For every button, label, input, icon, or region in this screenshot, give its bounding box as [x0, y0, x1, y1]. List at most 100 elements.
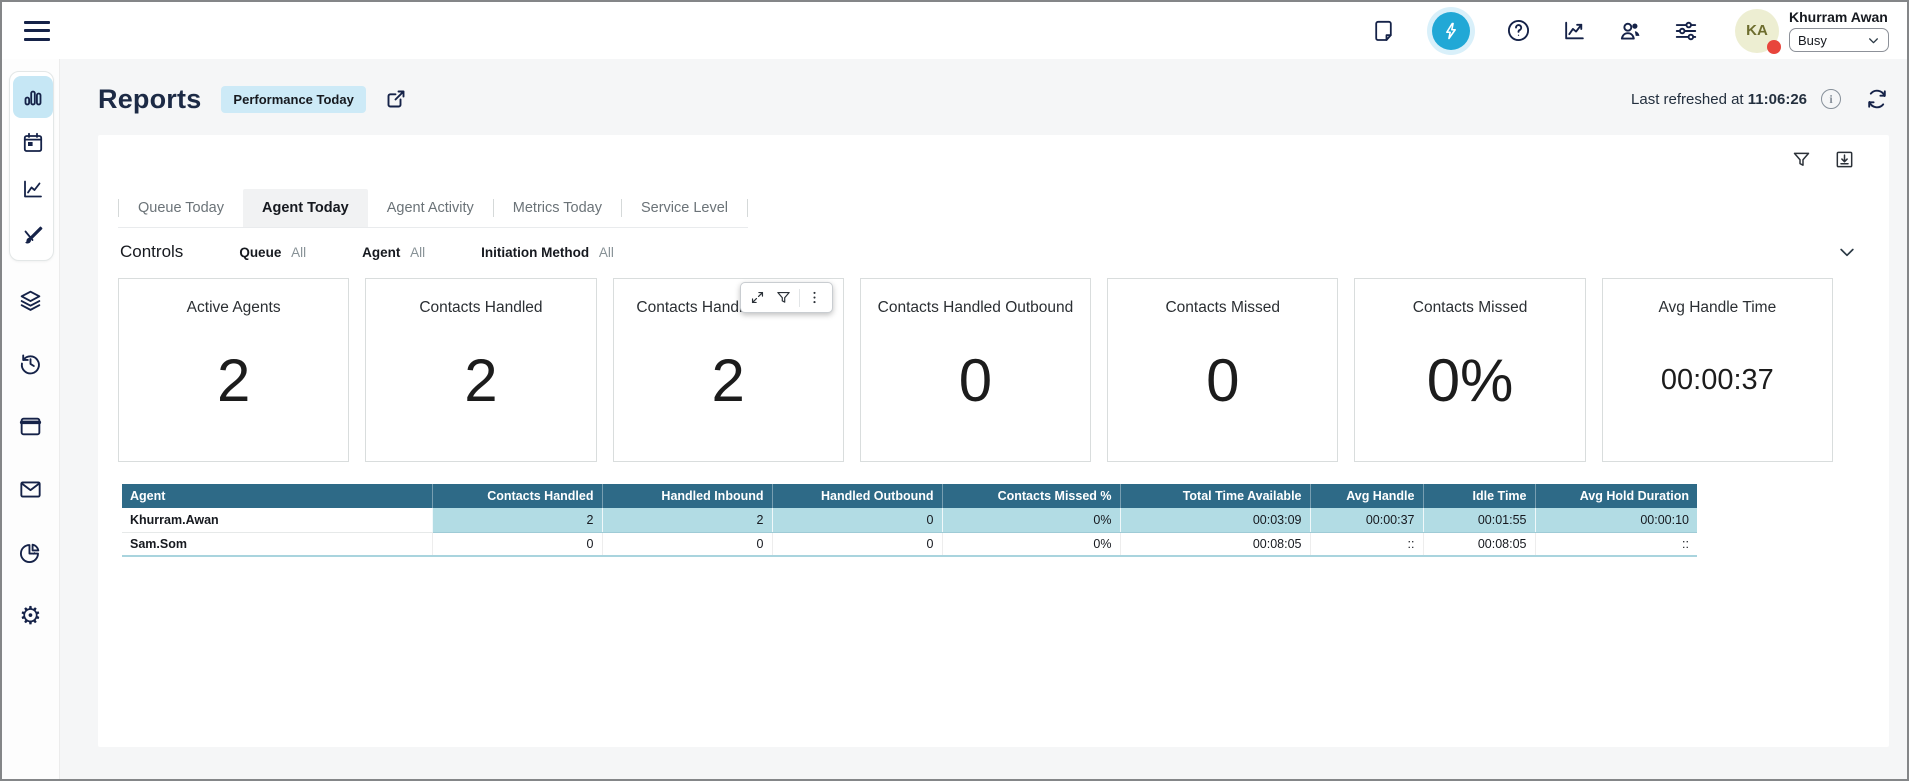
- download-icon: [1834, 149, 1855, 170]
- page-title: Reports: [98, 84, 201, 115]
- col-total-time-available[interactable]: Total Time Available: [1120, 484, 1310, 508]
- kpi-row: Active Agents 2 Contacts Handled 2 Conta…: [118, 278, 1869, 462]
- expand-card-button[interactable]: [745, 285, 771, 311]
- busy-status-dot: [1767, 40, 1781, 54]
- chevron-down-icon: [1837, 242, 1857, 262]
- line-chart-icon: [21, 177, 45, 201]
- sidebar-item-history[interactable]: [11, 350, 51, 376]
- tab-agent-today[interactable]: Agent Today: [243, 189, 368, 227]
- sidebar-item-schedule[interactable]: [13, 122, 53, 164]
- user-name: Khurram Awan: [1789, 9, 1889, 25]
- tab-queue-today[interactable]: Queue Today: [119, 189, 243, 227]
- card-hover-toolbar: [740, 282, 833, 313]
- last-refreshed-time: 11:06:26: [1748, 91, 1807, 108]
- agent-table: Agent Contacts Handled Handled Inbound H…: [122, 484, 1697, 557]
- external-link-icon: [384, 87, 408, 111]
- col-handled-inbound[interactable]: Handled Inbound: [602, 484, 772, 508]
- card-filter-button[interactable]: [771, 285, 797, 311]
- filter-initiation-method[interactable]: Initiation Method All: [481, 245, 614, 260]
- calendar-icon: [21, 131, 45, 155]
- col-agent[interactable]: Agent: [122, 484, 432, 508]
- funnel-icon: [775, 289, 792, 306]
- col-avg-handle[interactable]: Avg Handle: [1310, 484, 1423, 508]
- refresh-icon: [1865, 87, 1889, 111]
- chevron-down-icon: [1867, 34, 1880, 47]
- tab-agent-activity[interactable]: Agent Activity: [368, 189, 493, 227]
- col-idle-time[interactable]: Idle Time: [1423, 484, 1535, 508]
- paintbrush-icon: [21, 223, 45, 247]
- pie-chart-icon: [18, 540, 43, 565]
- download-button[interactable]: [1834, 149, 1855, 177]
- kpi-contacts-handled-inbound[interactable]: Contacts Handled Inbound 2: [613, 278, 844, 462]
- open-in-new-button[interactable]: [384, 87, 408, 111]
- help-icon[interactable]: [1505, 18, 1531, 44]
- kpi-contacts-missed[interactable]: Contacts Missed 0: [1107, 278, 1338, 462]
- page-header: Reports Performance Today Last refreshed…: [98, 73, 1889, 125]
- status-select-value: Busy: [1798, 33, 1827, 48]
- tab-service-level[interactable]: Service Level: [622, 189, 747, 227]
- mail-icon: [18, 477, 43, 502]
- tab-metrics-today[interactable]: Metrics Today: [494, 189, 621, 227]
- bar-chart-icon: [21, 85, 45, 109]
- avatar[interactable]: KA: [1735, 9, 1779, 53]
- note-icon[interactable]: [1371, 18, 1397, 44]
- kpi-contacts-missed-pct[interactable]: Contacts Missed 0%: [1354, 278, 1585, 462]
- refresh-area: Last refreshed at 11:06:26 i: [1631, 87, 1889, 111]
- info-icon[interactable]: i: [1821, 89, 1841, 109]
- hamburger-menu-icon[interactable]: [24, 21, 50, 41]
- controls-collapse-button[interactable]: [1837, 242, 1857, 262]
- expand-icon: [749, 289, 766, 306]
- metrics-icon[interactable]: [1561, 18, 1587, 44]
- filter-button[interactable]: [1791, 149, 1812, 177]
- sidebar-item-pie-reports[interactable]: [11, 539, 51, 565]
- funnel-icon: [1791, 149, 1812, 170]
- col-avg-hold-duration[interactable]: Avg Hold Duration: [1535, 484, 1697, 508]
- preferences-sliders-icon[interactable]: [1673, 18, 1699, 44]
- kpi-contacts-handled-outbound[interactable]: Contacts Handled Outbound 0: [860, 278, 1091, 462]
- sidebar-item-analytics[interactable]: [13, 168, 53, 210]
- last-refreshed-label: Last refreshed at: [1631, 91, 1744, 108]
- report-tabs: Queue Today Agent Today Agent Activity M…: [118, 189, 748, 228]
- kpi-avg-handle-time[interactable]: Avg Handle Time 00:00:37: [1602, 278, 1833, 462]
- users-icon[interactable]: [1617, 18, 1643, 44]
- window-icon: [18, 414, 43, 439]
- quick-actions-button[interactable]: [1427, 7, 1475, 55]
- filter-queue[interactable]: Queue All: [239, 245, 306, 260]
- kpi-contacts-handled[interactable]: Contacts Handled 2: [365, 278, 596, 462]
- layers-icon: [18, 288, 43, 313]
- report-panel: Queue Today Agent Today Agent Activity M…: [98, 135, 1889, 747]
- kebab-menu-icon: [806, 289, 823, 306]
- app-window: KA Khurram Awan Busy: [0, 0, 1909, 781]
- card-menu-button[interactable]: [802, 285, 828, 311]
- filter-agent[interactable]: Agent All: [362, 245, 425, 260]
- sidebar-item-layers[interactable]: [11, 287, 51, 313]
- refresh-button[interactable]: [1865, 87, 1889, 111]
- avatar-initials: KA: [1746, 22, 1768, 39]
- controls-row: Controls Queue All Agent All Initiation …: [118, 242, 1869, 262]
- table-row[interactable]: Sam.Som 0 0 0 0% 00:08:05 :: 00:08:05 ::: [122, 532, 1697, 556]
- sidebar-item-mail[interactable]: [11, 476, 51, 502]
- history-clock-icon: [18, 351, 43, 376]
- table-header-row: Agent Contacts Handled Handled Inbound H…: [122, 484, 1697, 508]
- col-contacts-missed-pct[interactable]: Contacts Missed %: [942, 484, 1120, 508]
- panel-tools: [118, 149, 1869, 177]
- kpi-active-agents[interactable]: Active Agents 2: [118, 278, 349, 462]
- user-cluster: KA Khurram Awan Busy: [1735, 9, 1889, 53]
- sidebar-nav-group: [9, 71, 54, 261]
- lightning-icon: [1432, 12, 1470, 50]
- col-contacts-handled[interactable]: Contacts Handled: [432, 484, 602, 508]
- sidebar-item-design[interactable]: [13, 214, 53, 256]
- sidebar-item-settings[interactable]: ⚙: [11, 602, 51, 628]
- main-content: Reports Performance Today Last refreshed…: [60, 59, 1907, 779]
- status-select[interactable]: Busy: [1789, 28, 1889, 52]
- col-handled-outbound[interactable]: Handled Outbound: [772, 484, 942, 508]
- sidebar-item-browser[interactable]: [11, 413, 51, 439]
- top-bar: KA Khurram Awan Busy: [2, 2, 1907, 59]
- controls-label: Controls: [120, 242, 183, 262]
- agent-table-wrap: Agent Contacts Handled Handled Inbound H…: [118, 484, 1869, 557]
- table-row[interactable]: Khurram.Awan 2 2 0 0% 00:03:09 00:00:37 …: [122, 508, 1697, 532]
- sidebar-item-reports[interactable]: [13, 76, 53, 118]
- report-badge[interactable]: Performance Today: [221, 86, 365, 113]
- sidebar: ⚙: [2, 59, 60, 779]
- gear-icon: ⚙: [19, 603, 41, 628]
